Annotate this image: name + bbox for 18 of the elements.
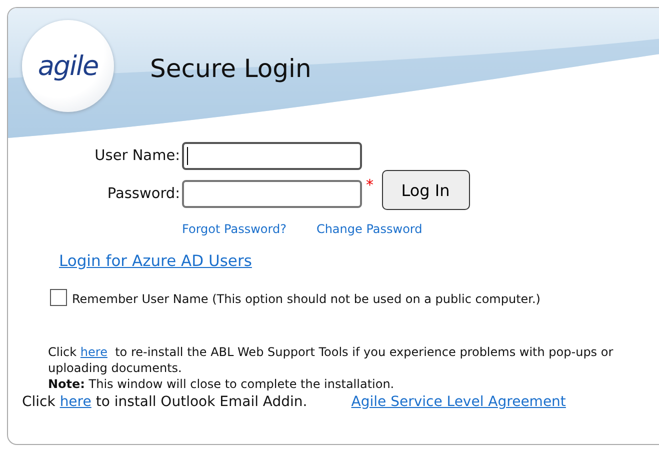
- login-button[interactable]: Log In: [382, 170, 470, 210]
- field-label: User Name:: [94, 148, 180, 164]
- sla-link[interactable]: Agile Service Level Agreement: [351, 394, 566, 410]
- account-link[interactable]: Forgot Password?: [182, 222, 286, 236]
- field-label: Password:: [106, 186, 180, 202]
- outlook-addin-text: Click here to install Outlook Email Addin.: [22, 394, 308, 410]
- note-text: Note: This window will close to complete the installation.: [48, 376, 396, 392]
- required-mark: *: [366, 176, 374, 194]
- page-title: Secure Login: [150, 54, 312, 83]
- text-field[interactable]: [182, 142, 362, 170]
- checkbox-label: Remember User Name (This option should not be used on a public computer.): [72, 292, 540, 306]
- account-link[interactable]: Change Password: [316, 222, 422, 236]
- outlook-addin-link[interactable]: here: [60, 394, 92, 410]
- reinstall-text: Click here to re-install the ABL Web Support Tools if you experience problems with pop-ups or uploading documents.: [48, 344, 614, 376]
- reinstall-link[interactable]: here: [80, 345, 108, 359]
- azure-login-link[interactable]: Login for Azure AD Users: [59, 252, 252, 270]
- remember-checkbox[interactable]: [50, 288, 67, 306]
- text-field[interactable]: [182, 180, 362, 208]
